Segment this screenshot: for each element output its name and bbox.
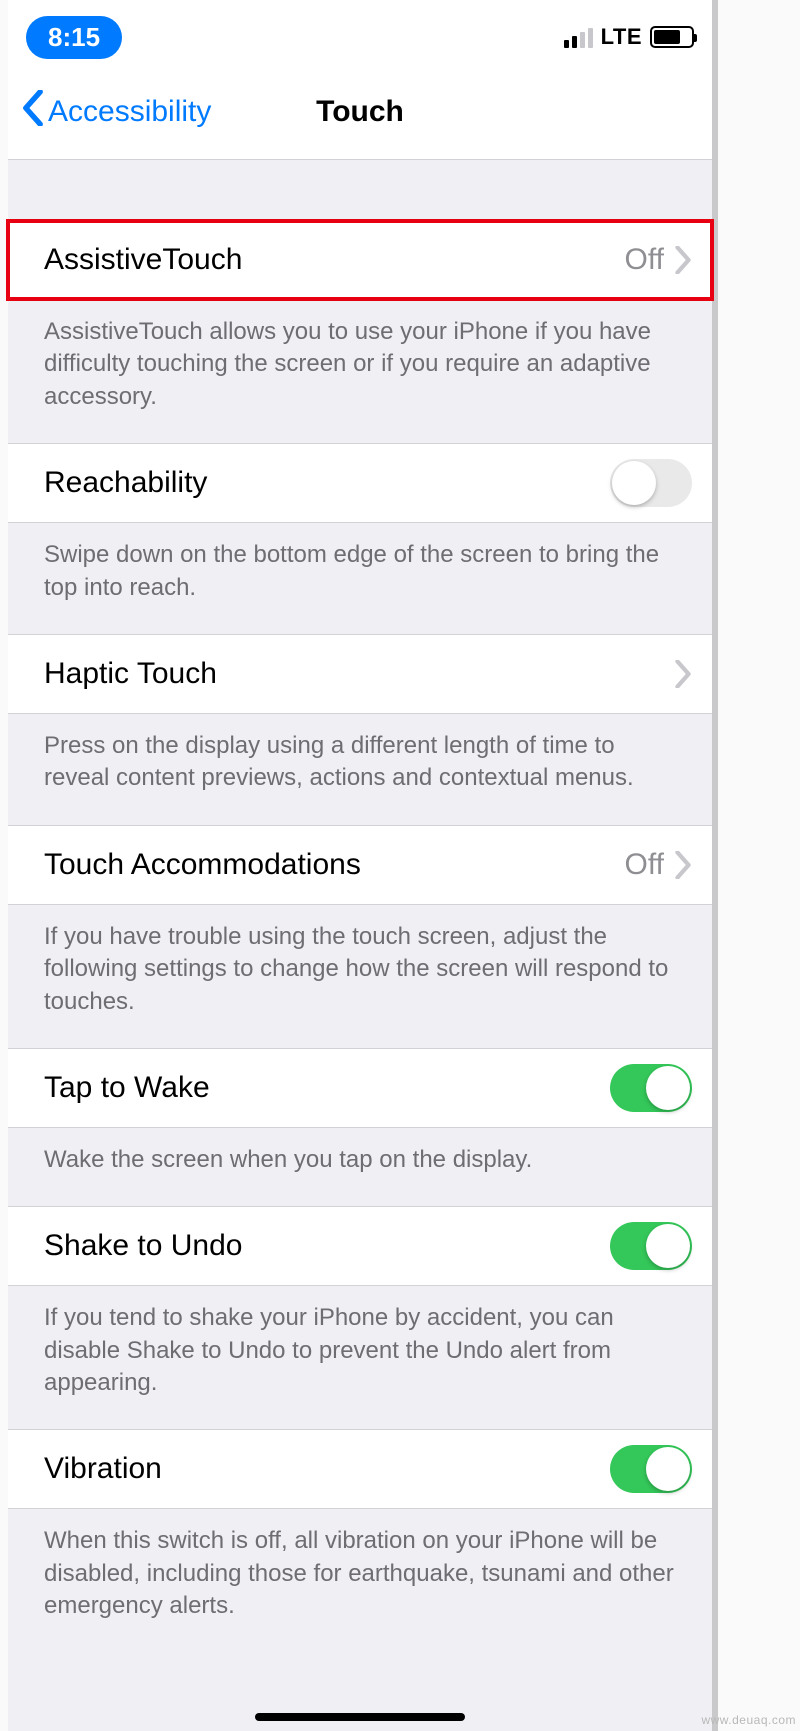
row-label: Vibration xyxy=(44,1452,162,1486)
row-reachability[interactable]: Reachability xyxy=(8,444,712,522)
settings-touch-screen: 8:15 LTE Accessibility Touch AssistiveTo… xyxy=(8,0,718,1731)
toggle-shake-to-undo[interactable] xyxy=(610,1222,692,1270)
nav-bar: Accessibility Touch xyxy=(8,64,712,160)
home-indicator xyxy=(255,1713,465,1721)
row-label: Touch Accommodations xyxy=(44,848,361,882)
footer-vibration: When this switch is off, all vibration o… xyxy=(8,1509,712,1672)
row-assistivetouch[interactable]: AssistiveTouch Off xyxy=(8,221,712,299)
row-tap-to-wake[interactable]: Tap to Wake xyxy=(8,1049,712,1127)
row-touch-accommodations[interactable]: Touch Accommodations Off xyxy=(8,826,712,904)
chevron-right-icon xyxy=(674,660,692,688)
toggle-vibration[interactable] xyxy=(610,1445,692,1493)
row-label: AssistiveTouch xyxy=(44,243,242,277)
row-label: Reachability xyxy=(44,466,207,500)
footer-tap-to-wake: Wake the screen when you tap on the disp… xyxy=(8,1128,712,1206)
chevron-right-icon xyxy=(674,851,692,879)
cellular-signal-icon xyxy=(564,26,593,48)
row-label: Haptic Touch xyxy=(44,657,217,691)
row-label: Tap to Wake xyxy=(44,1071,210,1105)
chevron-left-icon xyxy=(22,90,44,134)
row-haptic-touch[interactable]: Haptic Touch xyxy=(8,635,712,713)
toggle-tap-to-wake[interactable] xyxy=(610,1064,692,1112)
battery-icon xyxy=(650,26,694,48)
network-type: LTE xyxy=(601,24,642,50)
footer-touch-accommodations: If you have trouble using the touch scre… xyxy=(8,905,712,1048)
status-right: LTE xyxy=(564,24,694,50)
status-time: 8:15 xyxy=(26,16,122,59)
footer-haptic-touch: Press on the display using a different l… xyxy=(8,714,712,825)
watermark: www.deuaq.com xyxy=(701,1713,796,1727)
footer-reachability: Swipe down on the bottom edge of the scr… xyxy=(8,523,712,634)
row-shake-to-undo[interactable]: Shake to Undo xyxy=(8,1207,712,1285)
chevron-right-icon xyxy=(674,246,692,274)
status-bar: 8:15 LTE xyxy=(8,0,712,64)
back-label: Accessibility xyxy=(48,95,211,129)
footer-shake-to-undo: If you tend to shake your iPhone by acci… xyxy=(8,1286,712,1429)
back-button[interactable]: Accessibility xyxy=(22,90,211,134)
row-value: Off xyxy=(625,243,664,277)
toggle-reachability[interactable] xyxy=(610,459,692,507)
row-label: Shake to Undo xyxy=(44,1229,242,1263)
footer-assistivetouch: AssistiveTouch allows you to use your iP… xyxy=(8,300,712,443)
row-value: Off xyxy=(625,848,664,882)
row-vibration[interactable]: Vibration xyxy=(8,1430,712,1508)
